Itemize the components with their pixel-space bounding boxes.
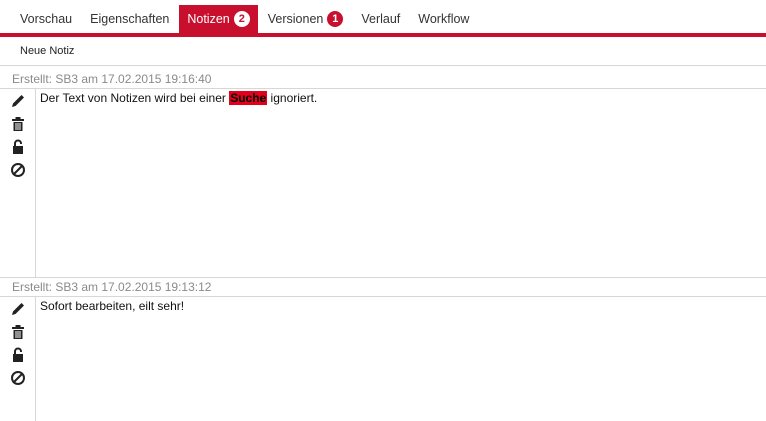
notes-toolbar: Neue Notiz (0, 37, 766, 66)
tab-bar: Vorschau Eigenschaften Notizen 2 Version… (0, 0, 766, 37)
note-text: Der Text von Notizen wird bei einer Such… (36, 89, 321, 277)
tab-eigenschaften[interactable]: Eigenschaften (82, 5, 177, 33)
note-item: Sofort bearbeiten, eilt sehr! (0, 297, 766, 421)
note-actions (0, 89, 36, 277)
count-badge: 2 (233, 11, 250, 27)
block-icon[interactable] (10, 370, 26, 386)
tab-label: Workflow (418, 12, 470, 26)
tab-label: Verlauf (361, 12, 401, 26)
tab-versionen[interactable]: Versionen 1 (260, 5, 352, 33)
note-actions (0, 297, 36, 421)
tab-label: Notizen (187, 12, 230, 26)
lock-icon[interactable] (10, 139, 26, 155)
block-icon[interactable] (10, 162, 26, 178)
pencil-icon[interactable] (10, 301, 26, 317)
trash-icon[interactable] (10, 324, 26, 340)
trash-icon[interactable] (10, 116, 26, 132)
new-note-button[interactable]: Neue Notiz (20, 45, 74, 57)
tab-workflow[interactable]: Workflow (410, 5, 477, 33)
tab-notizen[interactable]: Notizen 2 (179, 5, 258, 33)
note-header: Erstellt: SB3 am 17.02.2015 19:13:12 (0, 278, 766, 297)
tab-verlauf[interactable]: Verlauf (353, 5, 408, 33)
tab-label: Versionen (267, 12, 324, 26)
note-header: Erstellt: SB3 am 17.02.2015 19:16:40 (0, 70, 766, 89)
note-text-after: ignoriert. (267, 91, 318, 105)
note-text-before: Der Text von Notizen wird bei einer (40, 91, 230, 105)
search-highlight: Suche (229, 91, 268, 105)
pencil-icon[interactable] (10, 93, 26, 109)
tab-vorschau[interactable]: Vorschau (12, 5, 80, 33)
tab-label: Vorschau (20, 12, 73, 26)
count-badge: 1 (327, 11, 344, 27)
lock-icon[interactable] (10, 347, 26, 363)
note-text: Sofort bearbeiten, eilt sehr! (40, 299, 185, 313)
note-item: Der Text von Notizen wird bei einer Such… (0, 89, 766, 277)
tab-label: Eigenschaften (90, 12, 170, 26)
